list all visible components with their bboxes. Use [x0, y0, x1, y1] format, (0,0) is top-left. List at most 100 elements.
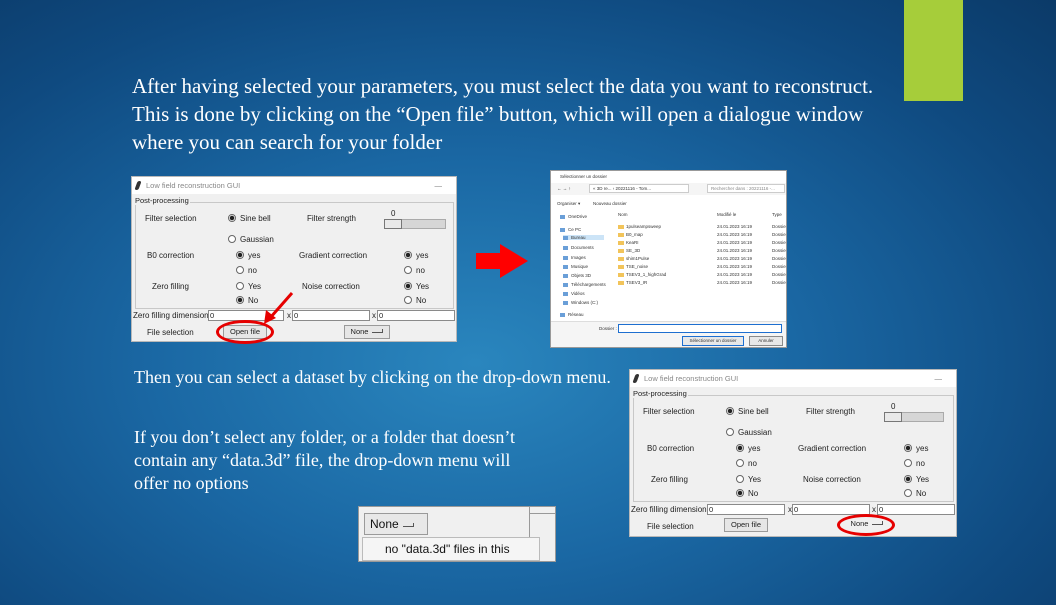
- zero-filling-dimension-label: Zero filling dimension: [631, 505, 707, 514]
- divider: [529, 513, 555, 514]
- folder-row-date: 24.01.2023 16:19: [717, 248, 753, 253]
- b0-correction-label: B0 correction: [647, 444, 695, 453]
- folder-row-date: 24.01.2023 16:19: [717, 264, 753, 269]
- gradient-correction-label: Gradient correction: [798, 444, 867, 453]
- folder-row-date: 24.01.2023 16:19: [717, 272, 753, 277]
- dialog-title: Sélectionner un dossier: [560, 174, 608, 179]
- sidebar-downloads[interactable]: Téléchargements: [563, 282, 606, 287]
- cancel-button[interactable]: Annuler: [749, 336, 783, 346]
- folder-row-type: Dossier: [772, 256, 787, 261]
- folder-row-type: Dossier: [772, 240, 787, 245]
- gui-window-2: Low field reconstruction GUI — Post-proc…: [629, 369, 957, 537]
- radio-noise-no[interactable]: No: [904, 489, 926, 498]
- new-folder-button[interactable]: Nouveau dossier: [593, 201, 627, 206]
- col-type[interactable]: Type: [772, 212, 782, 217]
- zero-filling-label: Zero filling: [651, 475, 688, 484]
- folder-row-date: 24.01.2023 16:19: [717, 256, 753, 261]
- filter-strength-label: Filter strength: [307, 214, 356, 223]
- col-modified[interactable]: Modifié le: [717, 212, 736, 217]
- dropdown-menu-item[interactable]: no "data.3d" files in this folder: [362, 537, 540, 561]
- search-box[interactable]: Rechercher dans : 20221116 -...: [707, 184, 785, 193]
- folder-input[interactable]: [618, 324, 782, 333]
- nav-buttons[interactable]: ← → ↑: [557, 186, 571, 191]
- col-name[interactable]: Nom: [618, 212, 628, 217]
- radio-noise-yes[interactable]: Yes: [904, 475, 929, 484]
- slider-value: 0: [891, 402, 896, 411]
- folder-row-type: Dossier: [772, 248, 787, 253]
- transition-arrow-head: [500, 244, 528, 278]
- window-title: Low field reconstruction GUI: [146, 181, 241, 190]
- radio-sine-bell[interactable]: Sine bell: [228, 214, 271, 223]
- radio-zero-no[interactable]: No: [236, 296, 258, 305]
- frame-label: Post-processing: [632, 389, 688, 398]
- folder-row-name[interactable]: TSE_noise: [618, 264, 648, 269]
- b0-correction-label: B0 correction: [147, 251, 195, 260]
- instruction-text-1: After having selected your parameters, y…: [132, 74, 874, 154]
- radio-b0-no[interactable]: no: [236, 266, 257, 275]
- sidebar-windows-c[interactable]: Windows (C:): [563, 300, 598, 305]
- radio-gradient-no[interactable]: no: [404, 266, 425, 275]
- radio-noise-no[interactable]: No: [404, 296, 426, 305]
- dataset-dropdown[interactable]: None: [364, 513, 428, 535]
- slider-thumb[interactable]: [884, 412, 902, 422]
- feather-icon: [632, 374, 640, 383]
- feather-icon: [134, 181, 142, 190]
- radio-noise-yes[interactable]: Yes: [404, 282, 429, 291]
- sidebar-this-pc[interactable]: Ce PC: [560, 227, 581, 232]
- file-selection-label: File selection: [647, 522, 694, 531]
- folder-row-date: 24.01.2023 16:19: [717, 280, 753, 285]
- organize-button[interactable]: Organiser ▾: [557, 201, 580, 207]
- sidebar-music[interactable]: Musique: [563, 264, 588, 269]
- dim-x-input[interactable]: 0: [707, 504, 785, 515]
- pointer-arrow: [264, 292, 294, 324]
- address-bar[interactable]: « 3D re... › 20221116 - Tom...: [589, 184, 689, 193]
- radio-sine-bell[interactable]: Sine bell: [726, 407, 769, 416]
- folder-row-name[interactable]: TSEV3_IR: [618, 280, 647, 285]
- radio-zero-no[interactable]: No: [736, 489, 758, 498]
- dim-z-input[interactable]: 0: [377, 310, 455, 321]
- radio-gradient-yes[interactable]: yes: [904, 444, 928, 453]
- radio-zero-yes[interactable]: Yes: [736, 475, 761, 484]
- sidebar-onedrive[interactable]: OneDrive: [560, 214, 587, 219]
- file-dropdown[interactable]: None: [344, 325, 390, 339]
- sidebar-network[interactable]: Réseau: [560, 312, 584, 317]
- x-separator: x: [872, 505, 876, 514]
- select-folder-button[interactable]: Sélectionner un dossier: [682, 336, 744, 346]
- gradient-correction-label: Gradient correction: [299, 251, 368, 260]
- minimize-button[interactable]: —: [435, 177, 443, 194]
- slider-thumb[interactable]: [384, 219, 402, 229]
- filter-selection-label: Filter selection: [643, 407, 695, 416]
- sidebar-images[interactable]: Images: [563, 255, 586, 260]
- radio-gradient-no[interactable]: no: [904, 459, 925, 468]
- window-titlebar: Low field reconstruction GUI —: [630, 370, 956, 387]
- file-selection-label: File selection: [147, 328, 194, 337]
- folder-dialog: Sélectionner un dossier ← → ↑ « 3D re...…: [550, 170, 787, 348]
- sidebar-documents[interactable]: Documents: [563, 245, 594, 250]
- sidebar-3d-objects[interactable]: Objets 3D: [563, 273, 591, 278]
- radio-b0-yes[interactable]: yes: [736, 444, 760, 453]
- folder-row-name[interactable]: SE_3D: [618, 248, 640, 253]
- radio-gaussian[interactable]: Gaussian: [228, 235, 274, 244]
- radio-zero-yes[interactable]: Yes: [236, 282, 261, 291]
- folder-row-name[interactable]: B0_map: [618, 232, 643, 237]
- folder-row-date: 24.01.2023 16:19: [717, 240, 753, 245]
- folder-row-name[interactable]: shim1Pulse: [618, 256, 649, 261]
- radio-gaussian[interactable]: Gaussian: [726, 428, 772, 437]
- folder-row-name[interactable]: KeaRI: [618, 240, 639, 245]
- radio-b0-no[interactable]: no: [736, 459, 757, 468]
- minimize-button[interactable]: —: [935, 370, 943, 387]
- filter-selection-label: Filter selection: [145, 214, 197, 223]
- sidebar-videos[interactable]: Vidéos: [563, 291, 585, 296]
- folder-row-date: 24.01.2023 16:19: [717, 232, 753, 237]
- folder-row-name[interactable]: 1pulseampsweep: [618, 224, 661, 229]
- dim-z-input[interactable]: 0: [877, 504, 955, 515]
- radio-b0-yes[interactable]: yes: [236, 251, 260, 260]
- accent-bar: [904, 0, 963, 101]
- radio-gradient-yes[interactable]: yes: [404, 251, 428, 260]
- folder-row-type: Dossier: [772, 280, 787, 285]
- folder-row-name[interactable]: TSEV3_1_highGrad: [618, 272, 666, 277]
- open-file-button[interactable]: Open file: [724, 518, 768, 532]
- folder-label: Dossier :: [599, 326, 617, 331]
- dim-y-input[interactable]: 0: [292, 310, 370, 321]
- sidebar-desktop[interactable]: Bureau: [563, 235, 604, 240]
